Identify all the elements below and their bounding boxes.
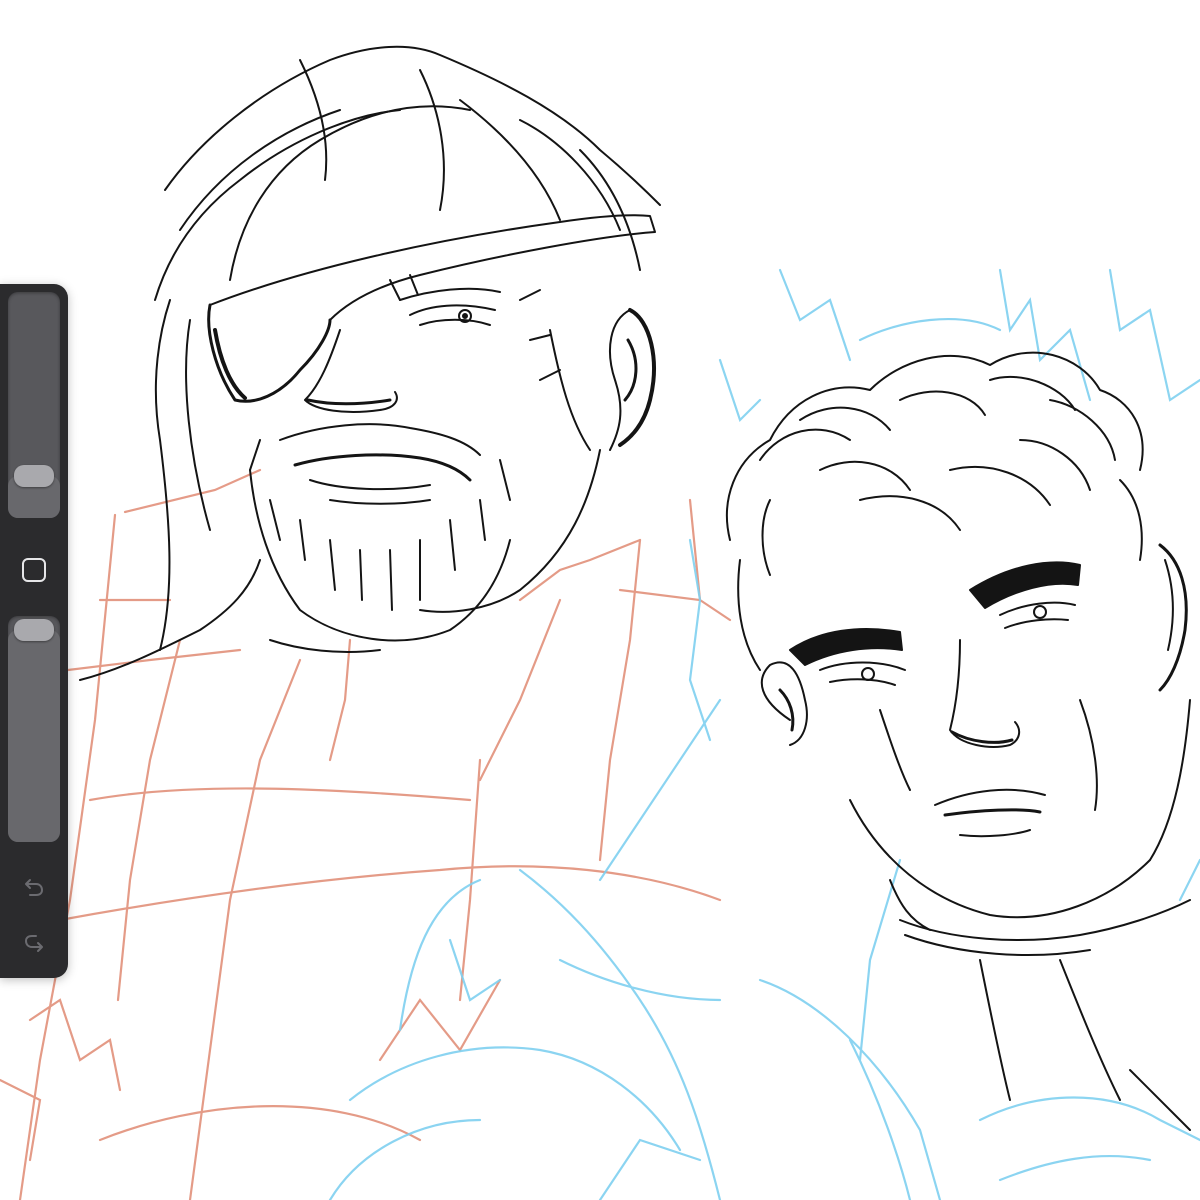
inked-character-right bbox=[726, 351, 1191, 1131]
undo-arrow-icon bbox=[25, 879, 44, 896]
inked-character-left bbox=[79, 45, 661, 681]
red-construction-sketch bbox=[0, 468, 732, 1200]
opacity-slider-fill bbox=[8, 630, 60, 842]
redo-button[interactable] bbox=[18, 929, 50, 961]
modify-button[interactable] bbox=[18, 554, 50, 586]
square-outline-icon bbox=[22, 558, 46, 582]
blue-construction-sketch bbox=[328, 268, 1200, 1200]
opacity-slider-thumb[interactable] bbox=[14, 619, 54, 641]
opacity-slider[interactable] bbox=[8, 616, 60, 842]
brush-size-slider[interactable] bbox=[8, 292, 60, 518]
redo-arrow-icon bbox=[24, 935, 43, 952]
tool-sidebar bbox=[0, 284, 68, 978]
brush-size-slider-thumb[interactable] bbox=[14, 465, 54, 488]
undo-button[interactable] bbox=[18, 872, 50, 904]
drawing-canvas[interactable] bbox=[0, 0, 1200, 1200]
